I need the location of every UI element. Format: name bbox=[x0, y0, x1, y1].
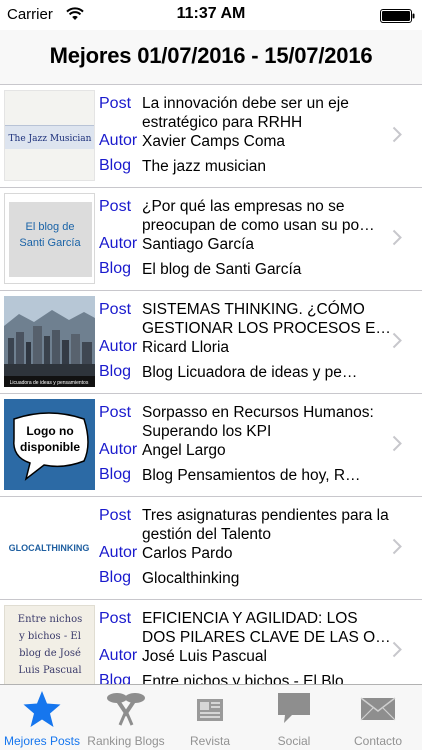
blog-name: El blog de Santi García bbox=[142, 261, 302, 278]
author-name: Xavier Camps Coma bbox=[142, 133, 285, 150]
author-name: José Luis Pascual bbox=[142, 648, 267, 665]
thumbnail-text: Licuadora de ideas y pensamientos bbox=[10, 380, 89, 386]
author-label: Autor bbox=[99, 441, 138, 458]
post-title: ¿Por qué las empresas no se preocupan de… bbox=[142, 198, 375, 234]
svg-text:Luis Pascual: Luis Pascual bbox=[18, 665, 81, 676]
post-label: Post bbox=[99, 198, 132, 215]
blog-thumbnail: Logo no disponible bbox=[4, 399, 95, 490]
chevron-right-icon bbox=[392, 229, 402, 246]
author-name: Santiago García bbox=[142, 236, 255, 253]
post-title: Sorpasso en Recursos Humanos: Superando … bbox=[142, 404, 374, 440]
blog-name: Blog Pensamientos de hoy, R… bbox=[142, 467, 361, 484]
post-label: Post bbox=[99, 507, 132, 524]
blog-label: Blog bbox=[99, 157, 132, 174]
thumbnail-text: GLOCALTHINKING bbox=[9, 543, 90, 553]
tab-bar: Mejores Posts Ranking Blogs Revista Soci… bbox=[0, 684, 422, 750]
status-time: 11:37 AM bbox=[176, 5, 246, 22]
tab-revista[interactable]: Revista bbox=[168, 685, 252, 750]
author-name: Ricard Lloria bbox=[142, 339, 230, 356]
blog-name: The jazz musician bbox=[142, 158, 267, 175]
navigation-bar: Mejores 01/07/2016 - 15/07/2016 bbox=[0, 30, 422, 85]
speech-bubble-icon bbox=[278, 693, 310, 723]
svg-text:Entre nichos: Entre nichos bbox=[18, 614, 82, 625]
svg-text:El blog de: El blog de bbox=[26, 221, 75, 233]
post-title: EFICIENCIA Y AGILIDAD: LOS DOS PILARES C… bbox=[142, 610, 391, 646]
tab-ranking-blogs[interactable]: Ranking Blogs bbox=[84, 685, 168, 750]
blog-label: Blog bbox=[99, 260, 132, 277]
post-label: Post bbox=[99, 95, 132, 112]
svg-text:blog de José: blog de José bbox=[19, 648, 81, 659]
author-label: Autor bbox=[99, 647, 138, 664]
tab-label: Social bbox=[277, 734, 311, 748]
author-name: Carlos Pardo bbox=[142, 545, 233, 562]
blog-label: Blog bbox=[99, 363, 132, 380]
tab-label: Ranking Blogs bbox=[87, 734, 165, 748]
status-bar: Carrier 11:37 AM bbox=[0, 0, 422, 30]
newspaper-icon bbox=[197, 699, 223, 721]
svg-text:Santi García: Santi García bbox=[19, 237, 81, 249]
blog-thumbnail: El blog de Santi García bbox=[4, 193, 95, 284]
blog-name: Blog Licuadora de ideas y pe… bbox=[142, 364, 358, 381]
tab-label: Contacto bbox=[353, 734, 403, 748]
blog-label: Blog bbox=[99, 672, 132, 684]
chevron-right-icon bbox=[392, 538, 402, 555]
author-name: Angel Largo bbox=[142, 442, 226, 459]
svg-text:disponible: disponible bbox=[20, 440, 80, 454]
chevron-right-icon bbox=[392, 641, 402, 658]
post-row[interactable]: GLOCALTHINKING Post Tres asignaturas pen… bbox=[0, 497, 422, 600]
tab-label: Mejores Posts bbox=[3, 734, 81, 748]
post-label: Post bbox=[99, 301, 132, 318]
blog-thumbnail: Licuadora de ideas y pensamientos bbox=[4, 296, 95, 387]
post-label: Post bbox=[99, 610, 132, 627]
blog-label: Blog bbox=[99, 569, 132, 586]
svg-text:y bichos - El: y bichos - El bbox=[18, 631, 81, 642]
star-icon bbox=[23, 691, 61, 727]
medal-icon bbox=[107, 693, 145, 726]
post-label: Post bbox=[99, 404, 132, 421]
tab-social[interactable]: Social bbox=[252, 685, 336, 750]
tab-mejores-posts[interactable]: Mejores Posts bbox=[0, 685, 84, 750]
svg-text:Logo no: Logo no bbox=[26, 424, 73, 438]
author-label: Autor bbox=[99, 338, 138, 355]
blog-thumbnail: Entre nichos y bichos - El blog de José … bbox=[4, 605, 95, 684]
chevron-right-icon bbox=[392, 332, 402, 349]
tab-label: Revista bbox=[189, 734, 230, 748]
envelope-icon bbox=[360, 697, 396, 721]
thumbnail-text: The Jazz Musician bbox=[9, 134, 92, 144]
tab-contacto[interactable]: Contacto bbox=[336, 685, 420, 750]
battery-icon bbox=[380, 9, 415, 23]
chevron-right-icon bbox=[392, 435, 402, 452]
post-row[interactable]: The Jazz Musician Post La innovación deb… bbox=[0, 85, 422, 188]
post-row[interactable]: Logo no disponible Post Sorpasso en Recu… bbox=[0, 394, 422, 497]
post-row[interactable]: Entre nichos y bichos - El blog de José … bbox=[0, 600, 422, 684]
author-label: Autor bbox=[99, 235, 138, 252]
blog-thumbnail: GLOCALTHINKING bbox=[4, 502, 95, 593]
post-title: SISTEMAS THINKING. ¿CÓMO GESTIONAR LOS P… bbox=[142, 301, 391, 337]
post-title: Tres asignaturas pendientes para la gest… bbox=[142, 507, 389, 543]
post-row[interactable]: El blog de Santi García Post ¿Por qué la… bbox=[0, 188, 422, 291]
post-list[interactable]: The Jazz Musician Post La innovación deb… bbox=[0, 85, 422, 684]
blog-thumbnail: The Jazz Musician bbox=[4, 90, 95, 181]
page-title: Mejores 01/07/2016 - 15/07/2016 bbox=[49, 43, 373, 68]
blog-label: Blog bbox=[99, 466, 132, 483]
post-title: La innovación debe ser un eje estratégic… bbox=[142, 95, 349, 131]
author-label: Autor bbox=[99, 132, 138, 149]
blog-name: Entre nichos y bichos - El Blo… bbox=[142, 673, 360, 684]
chevron-right-icon bbox=[392, 126, 402, 143]
post-row[interactable]: Licuadora de ideas y pensamientos Post S… bbox=[0, 291, 422, 394]
blog-name: Glocalthinking bbox=[142, 570, 240, 587]
author-label: Autor bbox=[99, 544, 138, 561]
